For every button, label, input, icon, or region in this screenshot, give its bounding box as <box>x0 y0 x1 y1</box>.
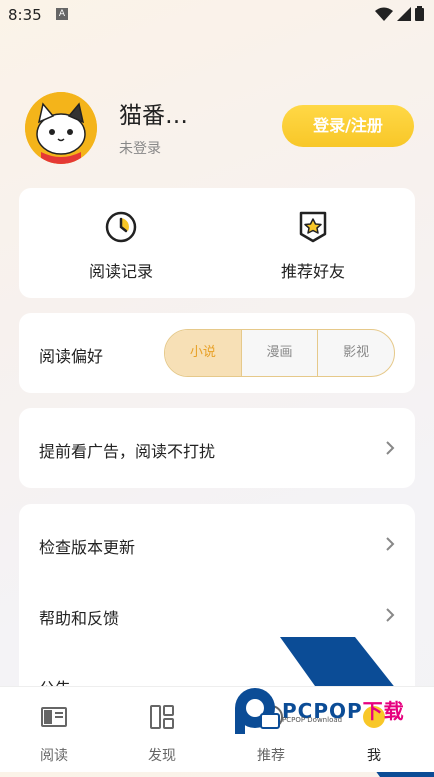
check-update-row[interactable]: 检查版本更新 <box>39 534 395 564</box>
login-status: 未登录 <box>119 141 161 157</box>
battery-icon <box>415 6 424 21</box>
pref-option-comic[interactable]: 漫画 <box>240 330 318 376</box>
cat-avatar-icon <box>25 92 97 164</box>
notification-icon: A <box>56 8 68 20</box>
preference-segmented-control: 小说 漫画 影视 <box>164 329 395 377</box>
pref-option-novel[interactable]: 小说 <box>165 330 241 376</box>
login-register-button[interactable]: 登录/注册 <box>282 105 414 147</box>
tab-me-label: 我 <box>367 748 381 764</box>
watermark-subtext: PCPOP Download <box>282 716 343 724</box>
star-badge-icon <box>299 211 327 243</box>
reading-preference-label: 阅读偏好 <box>39 347 104 366</box>
tab-discover-label: 发现 <box>148 748 176 764</box>
chevron-right-icon <box>386 608 395 622</box>
reading-preference-card: 阅读偏好 小说 漫画 影视 <box>19 313 415 393</box>
clock-icon <box>105 211 137 243</box>
tab-recommend-label: 推荐 <box>257 748 285 764</box>
ad-preview-row[interactable]: 提前看广告，阅读不打扰 <box>39 438 395 468</box>
recommend-friend-label: 推荐好友 <box>280 262 345 281</box>
help-feedback-row[interactable]: 帮助和反馈 <box>39 605 395 635</box>
wifi-icon <box>375 7 393 21</box>
tab-read-label: 阅读 <box>40 748 68 764</box>
status-time: 8:35 <box>8 6 42 24</box>
chevron-right-icon <box>386 537 395 551</box>
quick-actions-card: 阅读记录 推荐好友 <box>19 188 415 298</box>
signal-icon <box>397 6 411 21</box>
chevron-right-icon <box>386 441 395 455</box>
avatar[interactable] <box>25 92 97 164</box>
ad-preview-card[interactable]: 提前看广告，阅读不打扰 <box>19 408 415 488</box>
grid-icon <box>150 705 174 729</box>
book-icon <box>41 707 67 727</box>
pref-option-video[interactable]: 影视 <box>317 330 394 376</box>
username: 猫番… <box>119 103 188 129</box>
recommend-friend-button[interactable]: 推荐好友 <box>233 210 393 282</box>
tab-discover[interactable]: 发现 <box>122 703 202 765</box>
reading-history-button[interactable]: 阅读记录 <box>41 210 201 282</box>
ad-preview-label: 提前看广告，阅读不打扰 <box>39 442 216 461</box>
tab-read[interactable]: 阅读 <box>14 703 94 765</box>
check-update-label: 检查版本更新 <box>39 538 136 557</box>
status-bar: 8:35 A <box>0 0 434 30</box>
help-feedback-label: 帮助和反馈 <box>39 609 120 628</box>
reading-history-label: 阅读记录 <box>88 262 153 281</box>
